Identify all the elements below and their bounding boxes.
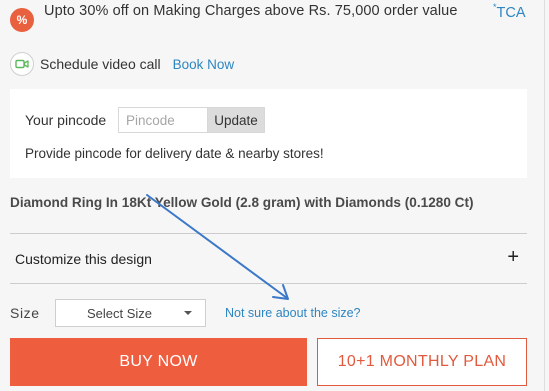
video-camera-icon	[10, 52, 34, 76]
book-now-link[interactable]: Book Now	[173, 57, 235, 72]
video-call-row: Schedule video call Book Now	[10, 52, 234, 76]
customize-design-toggle[interactable]: Customize this design +	[10, 240, 527, 277]
tca-label: TCA	[496, 4, 526, 21]
pincode-card: Your pincode Update Provide pincode for …	[10, 89, 527, 178]
product-title: Diamond Ring In 18Kt Yellow Gold (2.8 gr…	[10, 195, 474, 210]
offer-banner: %	[10, 8, 34, 32]
offer-text: Upto 30% off on Making Charges above Rs.…	[44, 3, 458, 19]
size-label: Size	[10, 305, 40, 321]
size-select-value: Select Size	[87, 306, 153, 321]
pincode-input[interactable]	[118, 107, 208, 133]
plus-icon: +	[507, 246, 519, 268]
size-help-link[interactable]: Not sure about the size?	[225, 306, 361, 320]
video-call-label: Schedule video call	[40, 56, 161, 72]
size-select[interactable]: Select Size	[55, 299, 206, 327]
pincode-note: Provide pincode for delivery date & near…	[25, 146, 324, 161]
customize-label: Customize this design	[15, 251, 152, 267]
pincode-label: Your pincode	[25, 112, 107, 128]
buy-now-button[interactable]: BUY NOW	[10, 338, 307, 386]
divider	[10, 283, 527, 284]
discount-badge-icon: %	[10, 8, 34, 32]
tca-mark: *	[493, 2, 497, 12]
right-edge-divider	[544, 0, 545, 391]
update-pincode-button[interactable]: Update	[207, 107, 265, 133]
annotation-arrow-head	[272, 284, 289, 300]
divider	[10, 233, 527, 234]
tca-link[interactable]: *TCA	[493, 2, 526, 21]
caret-down-icon	[184, 311, 192, 315]
monthly-plan-button[interactable]: 10+1 MONTHLY PLAN	[317, 338, 527, 386]
